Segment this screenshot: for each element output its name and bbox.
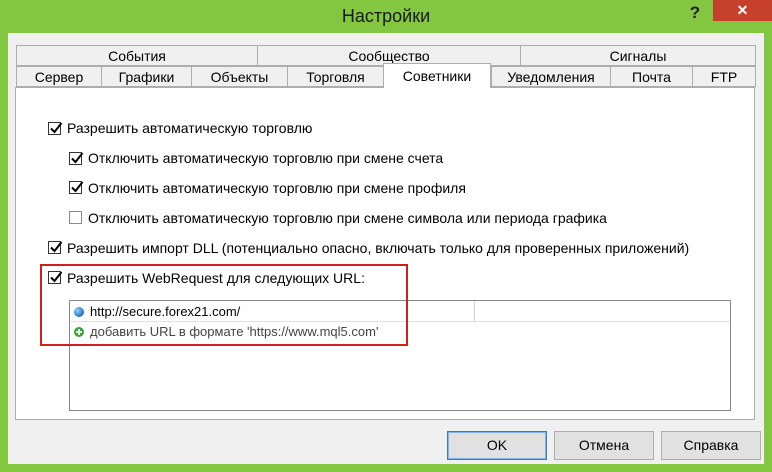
settings-window: Настройки ? ✕ События Сообщество Сигналы…: [0, 0, 772, 472]
tab-expert-advisors[interactable]: Советники: [383, 63, 491, 88]
allow-dll-import-checkbox[interactable]: [48, 241, 63, 254]
disable-on-symbol-change-checkbox[interactable]: [69, 211, 82, 224]
allow-dll-import-label: Разрешить импорт DLL (потенциально опасн…: [67, 240, 690, 256]
disable-on-account-change-checkbox[interactable]: [69, 152, 84, 165]
tab-notifications[interactable]: Уведомления: [491, 66, 611, 87]
help-button[interactable]: Справка: [661, 431, 761, 460]
column-divider: [474, 301, 475, 321]
tab-events[interactable]: События: [16, 45, 258, 66]
disable-on-profile-change-checkbox[interactable]: [69, 181, 84, 194]
close-button[interactable]: ✕: [713, 0, 772, 21]
tab-charts[interactable]: Графики: [101, 66, 192, 87]
highlight-box: [40, 264, 408, 346]
window-title: Настройки: [341, 6, 431, 26]
disable-on-account-change-label: Отключить автоматическую торговлю при см…: [88, 150, 444, 166]
title-bar[interactable]: Настройки ? ✕: [0, 0, 772, 34]
tab-email[interactable]: Почта: [610, 66, 693, 87]
allow-auto-trading-label: Разрешить автоматическую торговлю: [67, 120, 313, 136]
tab-ftp[interactable]: FTP: [692, 66, 756, 87]
ok-button[interactable]: OK: [447, 431, 547, 460]
tab-trading[interactable]: Торговля: [287, 66, 384, 87]
tab-signals[interactable]: Сигналы: [520, 45, 756, 66]
help-icon[interactable]: ?: [680, 0, 710, 26]
tab-objects[interactable]: Объекты: [191, 66, 288, 87]
disable-on-profile-change-label: Отключить автоматическую торговлю при см…: [88, 180, 466, 196]
cancel-button[interactable]: Отмена: [554, 431, 654, 460]
allow-auto-trading-checkbox[interactable]: [48, 122, 63, 135]
tab-server[interactable]: Сервер: [16, 66, 102, 87]
disable-on-symbol-change-label: Отключить автоматическую торговлю при см…: [88, 210, 607, 226]
